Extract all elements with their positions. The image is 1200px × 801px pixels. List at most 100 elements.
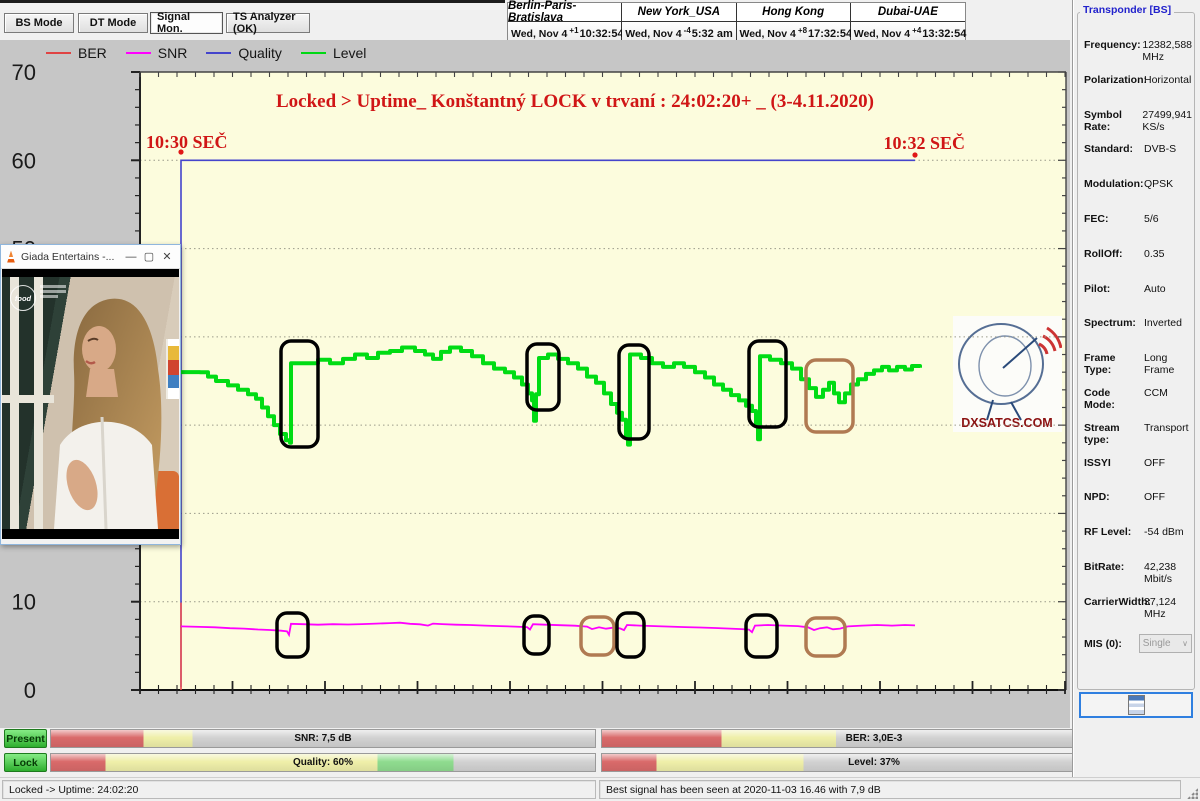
transponder-value: DVB-S bbox=[1144, 143, 1192, 155]
legend-label: BER bbox=[78, 45, 107, 61]
signal-mon-button[interactable]: Signal Mon. bbox=[150, 12, 223, 34]
transponder-value: Long Frame bbox=[1144, 352, 1192, 376]
dxsatcs-text: DXSATCS.COM bbox=[961, 416, 1052, 430]
vlc-window-title: Giada Entertains -... bbox=[21, 251, 122, 263]
transponder-label: RollOff: bbox=[1084, 248, 1144, 260]
transponder-label: ISSYI bbox=[1084, 457, 1144, 469]
transponder-value: 27499,941 KS/s bbox=[1142, 109, 1192, 133]
transponder-value: 37,124 MHz bbox=[1144, 596, 1192, 620]
chart-legend: BER SNR Quality Level bbox=[46, 45, 366, 61]
uptime-status: Locked -> Uptime: 24:02:20 bbox=[2, 780, 596, 799]
close-button[interactable]: ✕ bbox=[158, 250, 176, 263]
transponder-label: RF Level: bbox=[1084, 526, 1144, 538]
level-color-swatch bbox=[301, 52, 326, 54]
food-logo-circle: food bbox=[10, 285, 36, 311]
logo-text-line bbox=[40, 285, 66, 288]
transponder-row: BitRate:42,238 Mbit/s bbox=[1084, 561, 1192, 596]
transponder-row: Polarization:Horizontal bbox=[1084, 74, 1192, 109]
transponder-value: CCM bbox=[1144, 387, 1192, 399]
transponder-rows: Frequency:12382,588 MHzPolarization:Hori… bbox=[1084, 39, 1192, 657]
present-indicator[interactable]: Present bbox=[4, 729, 47, 748]
transponder-label: FEC: bbox=[1084, 213, 1144, 225]
transponder-value: 42,238 Mbit/s bbox=[1144, 561, 1192, 585]
transponder-label: Standard: bbox=[1084, 143, 1144, 155]
clock-time: 10:32:54 bbox=[580, 28, 624, 40]
quality-meter: Quality: 60% bbox=[50, 753, 596, 772]
legend-label: Quality bbox=[238, 45, 282, 61]
transponder-row: NPD:OFF bbox=[1084, 491, 1192, 526]
transponder-label: BitRate: bbox=[1084, 561, 1144, 573]
status-bar: Locked -> Uptime: 24:02:20 Best signal h… bbox=[0, 777, 1200, 801]
transponder-group-title: Transponder [BS] bbox=[1080, 4, 1174, 16]
clock-newyork: New York_USA Wed, Nov 4-45:32 am bbox=[622, 3, 736, 45]
vlc-cone-icon bbox=[5, 251, 17, 263]
clock-city: Berlin-Paris-Bratislava bbox=[508, 3, 621, 22]
transponder-value: 0.35 bbox=[1144, 248, 1192, 260]
transponder-label: Polarization: bbox=[1084, 74, 1144, 86]
mis-dropdown[interactable]: Single∨ bbox=[1139, 634, 1192, 653]
lock-indicator[interactable]: Lock bbox=[4, 753, 47, 772]
transponder-value: OFF bbox=[1144, 491, 1192, 503]
transponder-row: CarrierWidth:37,124 MHz bbox=[1084, 596, 1192, 631]
minimize-button[interactable]: — bbox=[122, 251, 140, 263]
snr-color-swatch bbox=[126, 52, 151, 54]
clock-utc-offset: +1 bbox=[569, 26, 578, 35]
ber-meter-text: BER: 3,0E-3 bbox=[602, 730, 1146, 747]
legend-item-quality: Quality bbox=[206, 45, 282, 61]
snr-meter: SNR: 7,5 dB bbox=[50, 729, 596, 748]
transponder-value: Transport bbox=[1144, 422, 1192, 434]
ts-list-button[interactable] bbox=[1079, 692, 1193, 718]
clock-city: Hong Kong bbox=[737, 3, 850, 22]
ber-meter: BER: 3,0E-3 bbox=[601, 729, 1147, 748]
transponder-row: Stream type:Transport bbox=[1084, 422, 1192, 457]
dxsatcs-watermark: DXSATCS.COM bbox=[953, 316, 1062, 432]
transponder-row: RollOff:0.35 bbox=[1084, 248, 1192, 283]
transponder-label: Code Mode: bbox=[1084, 387, 1144, 411]
mis-label: MIS (0): bbox=[1084, 638, 1137, 650]
end-time-label: 10:32 SEČ bbox=[800, 133, 965, 154]
transponder-value: 5/6 bbox=[1144, 213, 1192, 225]
clock-city: Dubai-UAE bbox=[851, 3, 965, 22]
legend-item-ber: BER bbox=[46, 45, 107, 61]
maximize-button[interactable]: ▢ bbox=[140, 250, 158, 263]
start-time-label: 10:30 SEČ bbox=[146, 132, 228, 153]
transponder-label: Pilot: bbox=[1084, 283, 1144, 295]
transponder-row: Code Mode:CCM bbox=[1084, 387, 1192, 422]
transponder-groupbox: Frequency:12382,588 MHzPolarization:Hori… bbox=[1077, 12, 1195, 690]
vlc-titlebar[interactable]: Giada Entertains -... — ▢ ✕ bbox=[1, 245, 180, 269]
presenter-figure bbox=[2, 277, 179, 529]
logo-text-line bbox=[40, 295, 58, 298]
clock-date: Wed, Nov 4 bbox=[625, 28, 681, 40]
clock-time: 17:32:54 bbox=[808, 28, 852, 40]
legend-item-snr: SNR bbox=[126, 45, 188, 61]
ts-analyzer-button[interactable]: TS Analyzer (OK) bbox=[226, 13, 310, 33]
mis-row: MIS (0): Single∨ bbox=[1084, 631, 1192, 657]
vlc-player-window[interactable]: Giada Entertains -... — ▢ ✕ bbox=[0, 244, 181, 545]
clock-date: Wed, Nov 4 bbox=[511, 28, 567, 40]
dt-mode-button[interactable]: DT Mode bbox=[78, 13, 148, 33]
transponder-value: OFF bbox=[1144, 457, 1192, 469]
transponder-row: Pilot:Auto bbox=[1084, 283, 1192, 318]
legend-item-level: Level bbox=[301, 45, 366, 61]
plot-area bbox=[140, 72, 1066, 690]
transponder-label: Modulation: bbox=[1084, 178, 1144, 190]
level-meter-text: Level: 37% bbox=[602, 754, 1146, 771]
resize-grip[interactable] bbox=[1187, 788, 1198, 799]
clock-utc-offset: +8 bbox=[798, 26, 807, 35]
transponder-value: QPSK bbox=[1144, 178, 1192, 190]
chevron-down-icon: ∨ bbox=[1182, 639, 1188, 648]
transponder-label: Spectrum: bbox=[1084, 317, 1144, 329]
bs-mode-button[interactable]: BS Mode bbox=[4, 13, 74, 33]
video-frame[interactable]: food bbox=[2, 269, 179, 539]
transponder-row: ISSYIOFF bbox=[1084, 457, 1192, 492]
best-signal-status: Best signal has been seen at 2020-11-03 … bbox=[599, 780, 1181, 799]
clock-time: 5:32 am bbox=[692, 28, 733, 40]
ts-list-icon bbox=[1128, 695, 1145, 715]
clock-utc-offset: -4 bbox=[684, 26, 691, 35]
logo-text-line bbox=[40, 290, 66, 293]
clock-hongkong: Hong Kong Wed, Nov 4+817:32:54 bbox=[737, 3, 851, 45]
transponder-label: CarrierWidth: bbox=[1084, 596, 1144, 608]
transponder-value: 12382,588 MHz bbox=[1142, 39, 1192, 63]
transponder-row: Spectrum:Inverted bbox=[1084, 317, 1192, 352]
legend-label: Level bbox=[333, 45, 366, 61]
